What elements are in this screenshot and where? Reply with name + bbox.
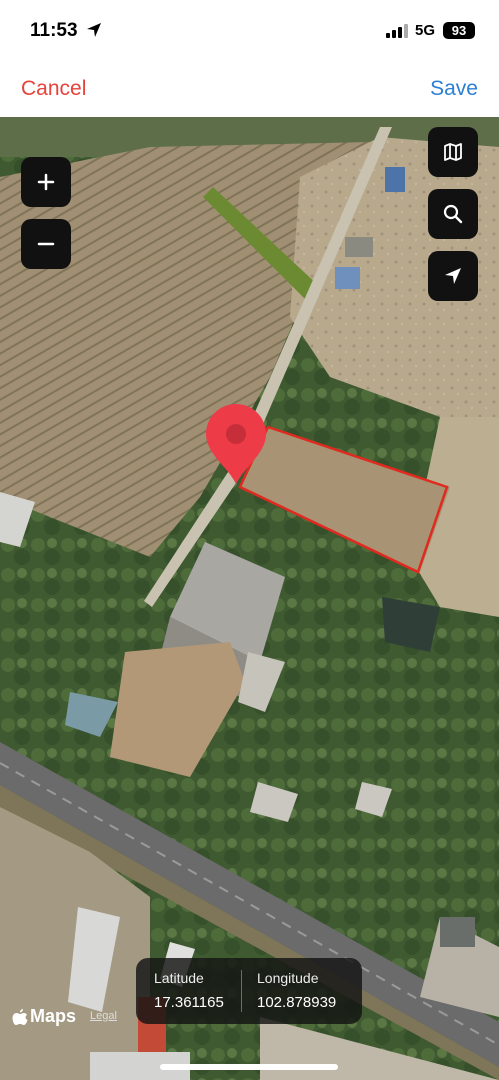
longitude-label: Longitude <box>257 970 319 986</box>
status-bar: 11:53 5G 93 <box>0 0 499 60</box>
minus-icon <box>37 242 55 246</box>
longitude-value: 102.878939 <box>257 994 337 1011</box>
current-location-button[interactable] <box>428 251 478 301</box>
cancel-button[interactable]: Cancel <box>21 77 86 101</box>
battery-indicator: 93 <box>443 22 475 39</box>
map-icon <box>444 143 462 161</box>
plus-icon <box>37 173 55 191</box>
map-type-button[interactable] <box>428 127 478 177</box>
location-pin-icon[interactable] <box>203 402 269 488</box>
search-icon <box>443 204 463 224</box>
home-indicator[interactable] <box>160 1064 338 1070</box>
search-button[interactable] <box>428 189 478 239</box>
navigation-bar: Cancel Save <box>0 60 499 117</box>
status-time: 11:53 <box>30 20 78 41</box>
network-type: 5G <box>415 22 436 39</box>
maps-logo: Maps <box>12 1006 76 1027</box>
latitude-label: Latitude <box>154 970 204 986</box>
location-arrow-icon <box>445 268 461 284</box>
save-button[interactable]: Save <box>430 77 478 101</box>
coordinates-divider <box>241 970 242 1012</box>
location-arrow-icon <box>87 23 101 37</box>
signal-bars-icon <box>386 24 408 38</box>
latitude-value: 17.361165 <box>154 994 224 1011</box>
apple-icon <box>12 1008 28 1025</box>
zoom-out-button[interactable] <box>21 219 71 269</box>
maps-brand-text: Maps <box>30 1006 77 1026</box>
satellite-imagery <box>0 117 499 1080</box>
zoom-in-button[interactable] <box>21 157 71 207</box>
coordinates-panel: Latitude 17.361165 Longitude 102.878939 <box>136 958 362 1024</box>
satellite-map[interactable]: Latitude 17.361165 Longitude 102.878939 … <box>0 117 499 1080</box>
legal-link[interactable]: Legal <box>90 1010 117 1022</box>
